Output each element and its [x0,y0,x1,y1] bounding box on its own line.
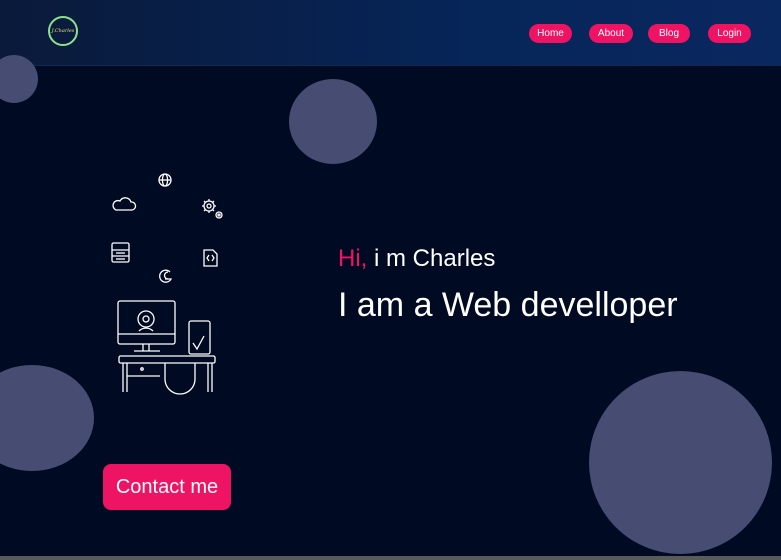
cloud-icon [112,197,137,211]
greeting-accent: Hi, [338,245,368,272]
contact-me-button[interactable]: Contact me [103,464,231,510]
decorative-bubble [589,371,772,554]
gear-icon [202,199,223,219]
greeting-name: i m Charles [367,245,496,272]
decorative-bubble [289,79,377,164]
nav-about-button[interactable]: About [589,24,633,43]
top-navbar: J.Charles Home About Blog Login [0,0,781,66]
google-icon [159,269,173,283]
computer-desk-icon [117,300,216,395]
nav-login-button[interactable]: Login [708,24,751,43]
hero-greeting: Hi, i m Charles [338,245,495,273]
nav-blog-button[interactable]: Blog [648,24,690,43]
window-bottom-edge [0,556,781,560]
main-nav: Home About Blog Login [0,24,781,44]
hero-headline: I am a Web develloper [338,286,678,324]
globe-icon [158,173,172,187]
code-file-icon [203,249,218,267]
server-icon [111,242,130,263]
hero-illustration [111,173,223,395]
nav-home-button[interactable]: Home [529,24,572,43]
decorative-bubble [0,365,94,471]
